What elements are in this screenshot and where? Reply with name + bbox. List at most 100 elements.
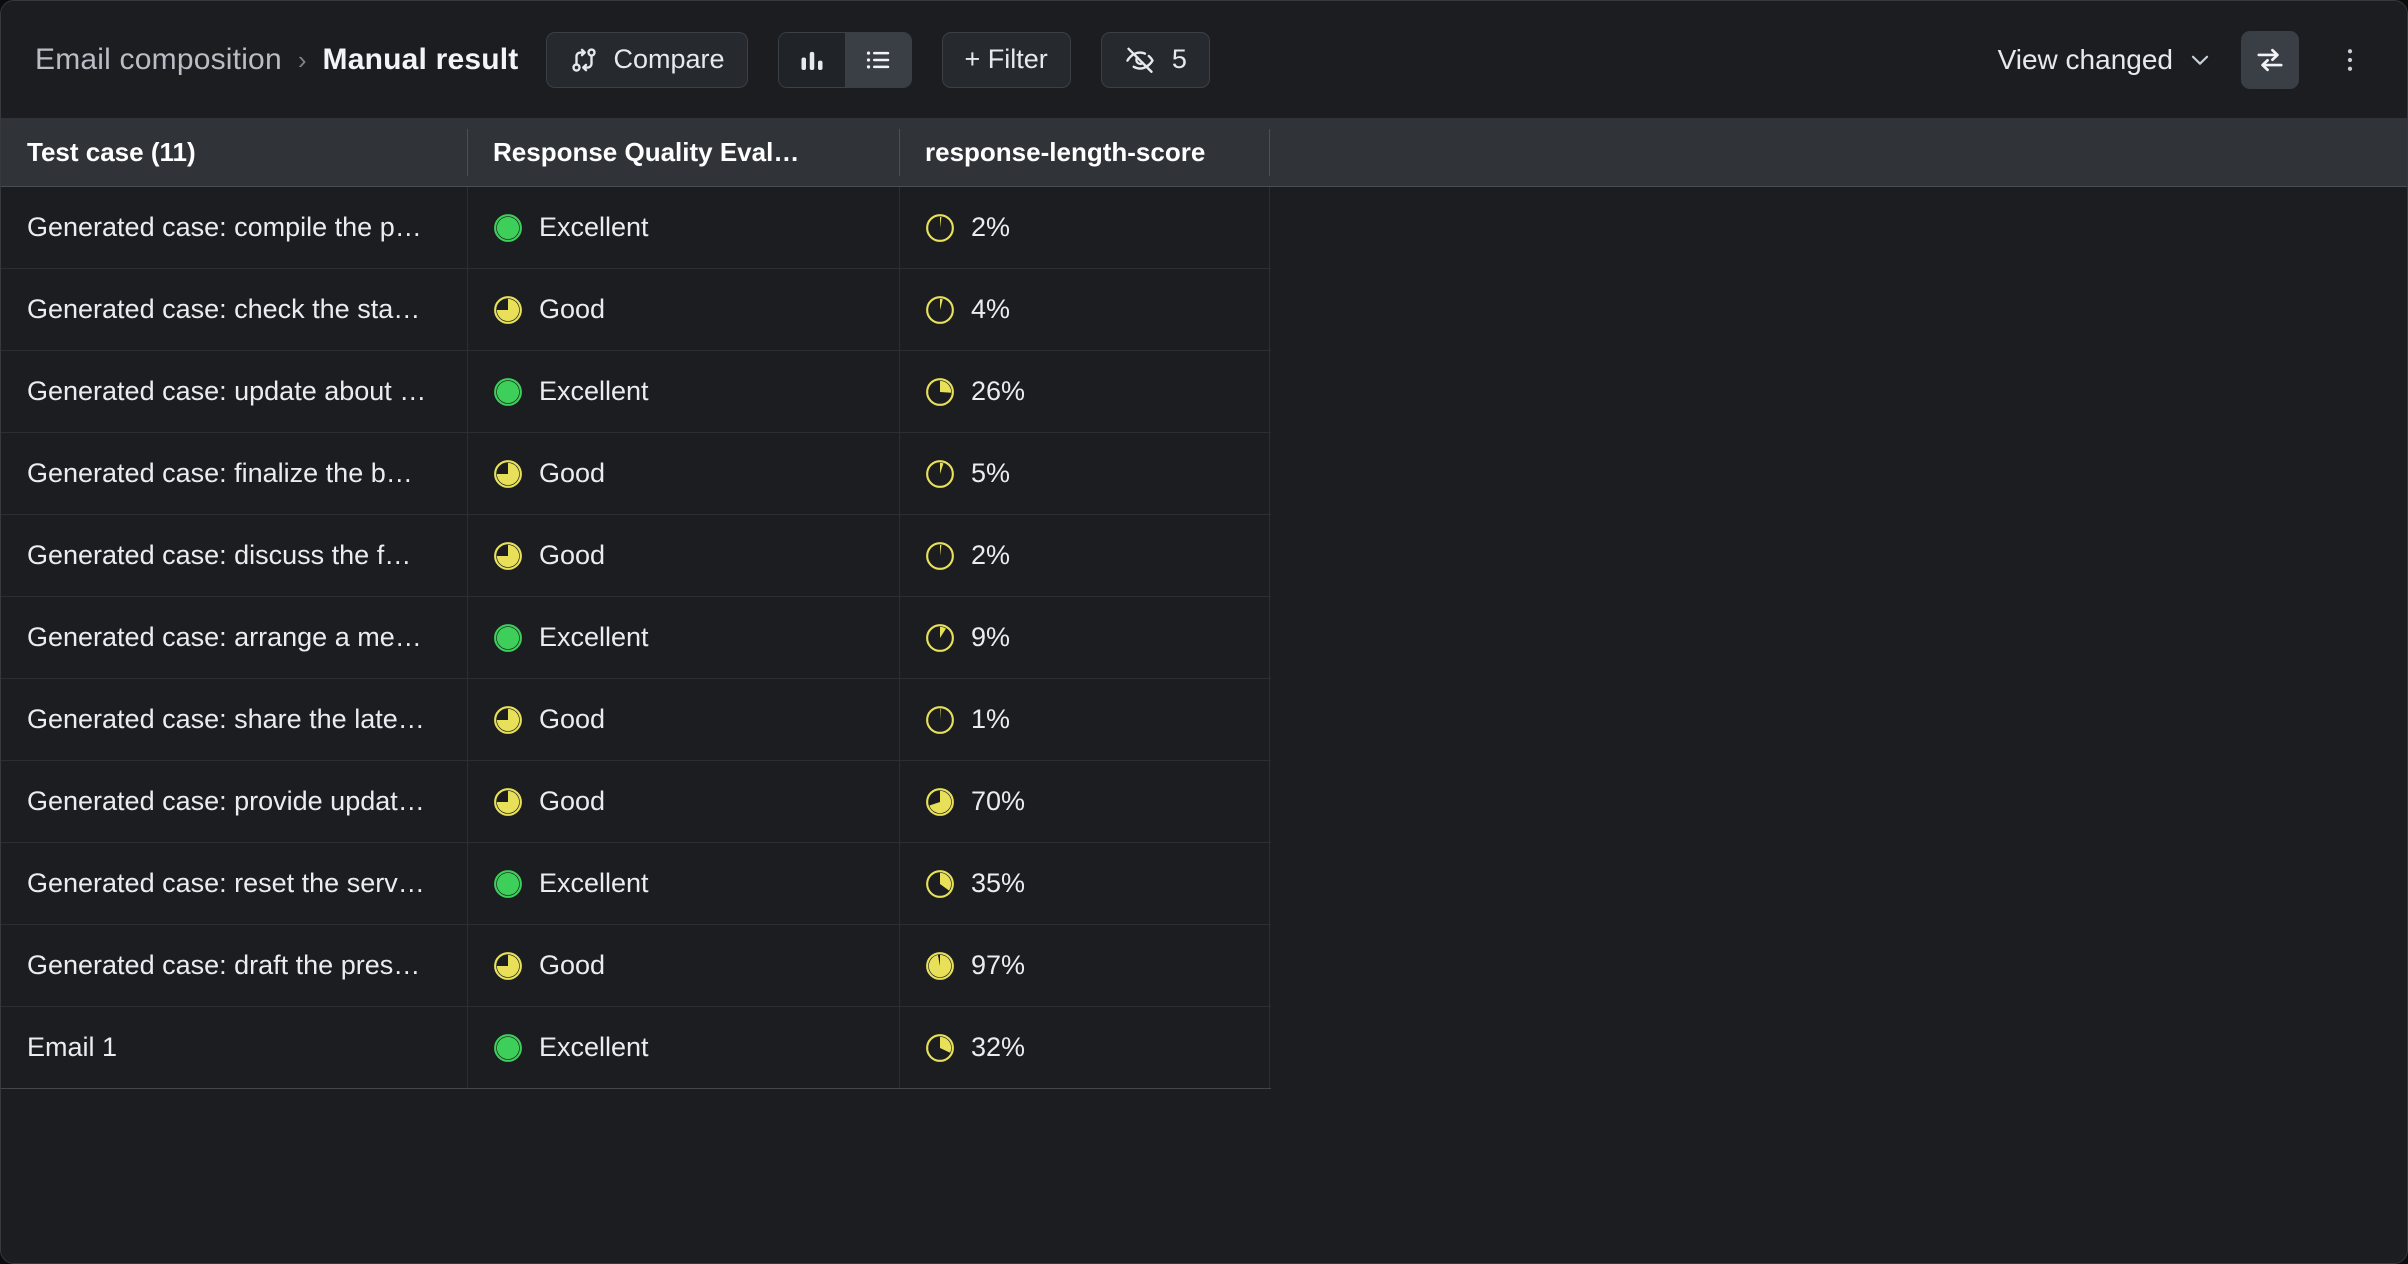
eye-off-icon: [1124, 44, 1156, 76]
breadcrumb-separator-icon: ›: [297, 44, 307, 75]
cell-test-case[interactable]: Email 1: [1, 1007, 467, 1088]
add-filter-button[interactable]: + Filter: [941, 31, 1071, 88]
view-mode-toggle: [777, 31, 912, 88]
quality-label: Good: [539, 294, 606, 324]
cell-response-length-score[interactable]: 2%: [899, 187, 1269, 268]
cell-test-case[interactable]: Generated case: discuss the f…: [1, 515, 467, 596]
quality-pie-icon: [493, 1033, 523, 1063]
test-case-name: Generated case: finalize the b…: [27, 458, 413, 488]
score-pie-icon: [925, 541, 955, 571]
bar-chart-icon: [797, 45, 827, 75]
table-row[interactable]: Generated case: update about … Excellent…: [1, 351, 1271, 433]
cell-filler: [1269, 843, 1321, 924]
cell-response-quality[interactable]: Good: [467, 269, 899, 350]
length-score-value: 70%: [971, 786, 1026, 816]
cell-test-case[interactable]: Generated case: update about …: [1, 351, 467, 432]
evaluation-results-window: Email composition › Manual result Compar…: [0, 0, 2408, 1264]
cell-response-length-score[interactable]: 35%: [899, 843, 1269, 924]
cell-response-quality[interactable]: Good: [467, 515, 899, 596]
cell-response-quality[interactable]: Excellent: [467, 351, 899, 432]
cell-filler: [1269, 761, 1321, 842]
table-row[interactable]: Generated case: reset the serv… Excellen…: [1, 843, 1271, 925]
cell-test-case[interactable]: Generated case: provide updat…: [1, 761, 467, 842]
score-pie-icon: [925, 623, 955, 653]
view-changed-dropdown[interactable]: View changed: [1992, 36, 2219, 84]
cell-response-length-score[interactable]: 32%: [899, 1007, 1269, 1088]
length-score-value: 4%: [971, 294, 1011, 324]
cell-response-length-score[interactable]: 26%: [899, 351, 1269, 432]
quality-pie-icon: [493, 951, 523, 981]
table-row[interactable]: Generated case: draft the pres… Good 97%: [1, 925, 1271, 1007]
cell-response-length-score[interactable]: 1%: [899, 679, 1269, 760]
table-row[interactable]: Email 1 Excellent 32%: [1, 1007, 1271, 1089]
cell-response-length-score[interactable]: 97%: [899, 925, 1269, 1006]
swap-view-button[interactable]: [2241, 30, 2299, 89]
cell-response-quality[interactable]: Good: [467, 925, 899, 1006]
test-case-name: Generated case: update about …: [27, 376, 427, 406]
more-options-button[interactable]: [2321, 31, 2379, 89]
breadcrumb-current: Manual result: [322, 42, 519, 76]
column-header-test-case[interactable]: Test case (11): [1, 119, 467, 186]
table-row[interactable]: Generated case: share the late… Good 1%: [1, 679, 1271, 761]
list-view-icon: [863, 45, 893, 75]
quality-label: Excellent: [539, 212, 649, 242]
toolbar: Email composition › Manual result Compar…: [1, 1, 2407, 119]
column-header-response-length-score[interactable]: response-length-score: [899, 119, 1269, 186]
test-case-name: Generated case: check the sta…: [27, 294, 421, 324]
more-vertical-icon: [2335, 45, 2365, 75]
test-case-name: Generated case: share the late…: [27, 704, 425, 734]
test-case-name: Generated case: arrange a me…: [27, 622, 422, 652]
quality-label: Good: [539, 704, 606, 734]
test-case-name: Generated case: reset the serv…: [27, 868, 425, 898]
hidden-columns-count: 5: [1171, 44, 1187, 74]
quality-pie-icon: [493, 213, 523, 243]
score-pie-icon: [925, 951, 955, 981]
table-body: Generated case: compile the p… Excellent…: [1, 187, 1271, 1089]
cell-response-quality[interactable]: Excellent: [467, 1007, 899, 1088]
list-view-button[interactable]: [844, 32, 911, 87]
cell-test-case[interactable]: Generated case: compile the p…: [1, 187, 467, 268]
cell-response-quality[interactable]: Good: [467, 433, 899, 514]
quality-label: Good: [539, 950, 606, 980]
length-score-value: 97%: [971, 950, 1026, 980]
cell-filler: [1269, 679, 1321, 760]
cell-response-quality[interactable]: Excellent: [467, 187, 899, 268]
cell-response-length-score[interactable]: 2%: [899, 515, 1269, 596]
score-pie-icon: [925, 787, 955, 817]
cell-test-case[interactable]: Generated case: finalize the b…: [1, 433, 467, 514]
score-pie-icon: [925, 1033, 955, 1063]
quality-pie-icon: [493, 705, 523, 735]
table-row[interactable]: Generated case: arrange a me… Excellent …: [1, 597, 1271, 679]
score-pie-icon: [925, 213, 955, 243]
table-row[interactable]: Generated case: provide updat… Good 70%: [1, 761, 1271, 843]
quality-pie-icon: [493, 459, 523, 489]
table-row[interactable]: Generated case: check the sta… Good 4%: [1, 269, 1271, 351]
column-header-response-quality[interactable]: Response Quality Eval…: [467, 119, 899, 186]
cell-response-quality[interactable]: Excellent: [467, 843, 899, 924]
cell-response-length-score[interactable]: 4%: [899, 269, 1269, 350]
view-changed-label: View changed: [1997, 43, 2173, 75]
cell-response-quality[interactable]: Good: [467, 761, 899, 842]
cell-response-length-score[interactable]: 5%: [899, 433, 1269, 514]
cell-test-case[interactable]: Generated case: check the sta…: [1, 269, 467, 350]
quality-pie-icon: [493, 623, 523, 653]
table-row[interactable]: Generated case: discuss the f… Good 2%: [1, 515, 1271, 597]
chart-view-button[interactable]: [778, 32, 845, 87]
cell-test-case[interactable]: Generated case: arrange a me…: [1, 597, 467, 678]
cell-response-length-score[interactable]: 70%: [899, 761, 1269, 842]
compare-button[interactable]: Compare: [546, 31, 748, 88]
length-score-value: 1%: [971, 704, 1011, 734]
cell-response-quality[interactable]: Good: [467, 679, 899, 760]
table-row[interactable]: Generated case: finalize the b… Good 5%: [1, 433, 1271, 515]
cell-filler: [1269, 925, 1321, 1006]
cell-response-quality[interactable]: Excellent: [467, 597, 899, 678]
hidden-columns-button[interactable]: 5: [1100, 31, 1210, 88]
cell-response-length-score[interactable]: 9%: [899, 597, 1269, 678]
breadcrumb-root-link[interactable]: Email composition: [35, 43, 282, 77]
cell-test-case[interactable]: Generated case: reset the serv…: [1, 843, 467, 924]
cell-test-case[interactable]: Generated case: draft the pres…: [1, 925, 467, 1006]
toolbar-right-group: View changed: [1992, 30, 2379, 89]
length-score-value: 2%: [971, 212, 1011, 242]
table-row[interactable]: Generated case: compile the p… Excellent…: [1, 187, 1271, 269]
cell-test-case[interactable]: Generated case: share the late…: [1, 679, 467, 760]
